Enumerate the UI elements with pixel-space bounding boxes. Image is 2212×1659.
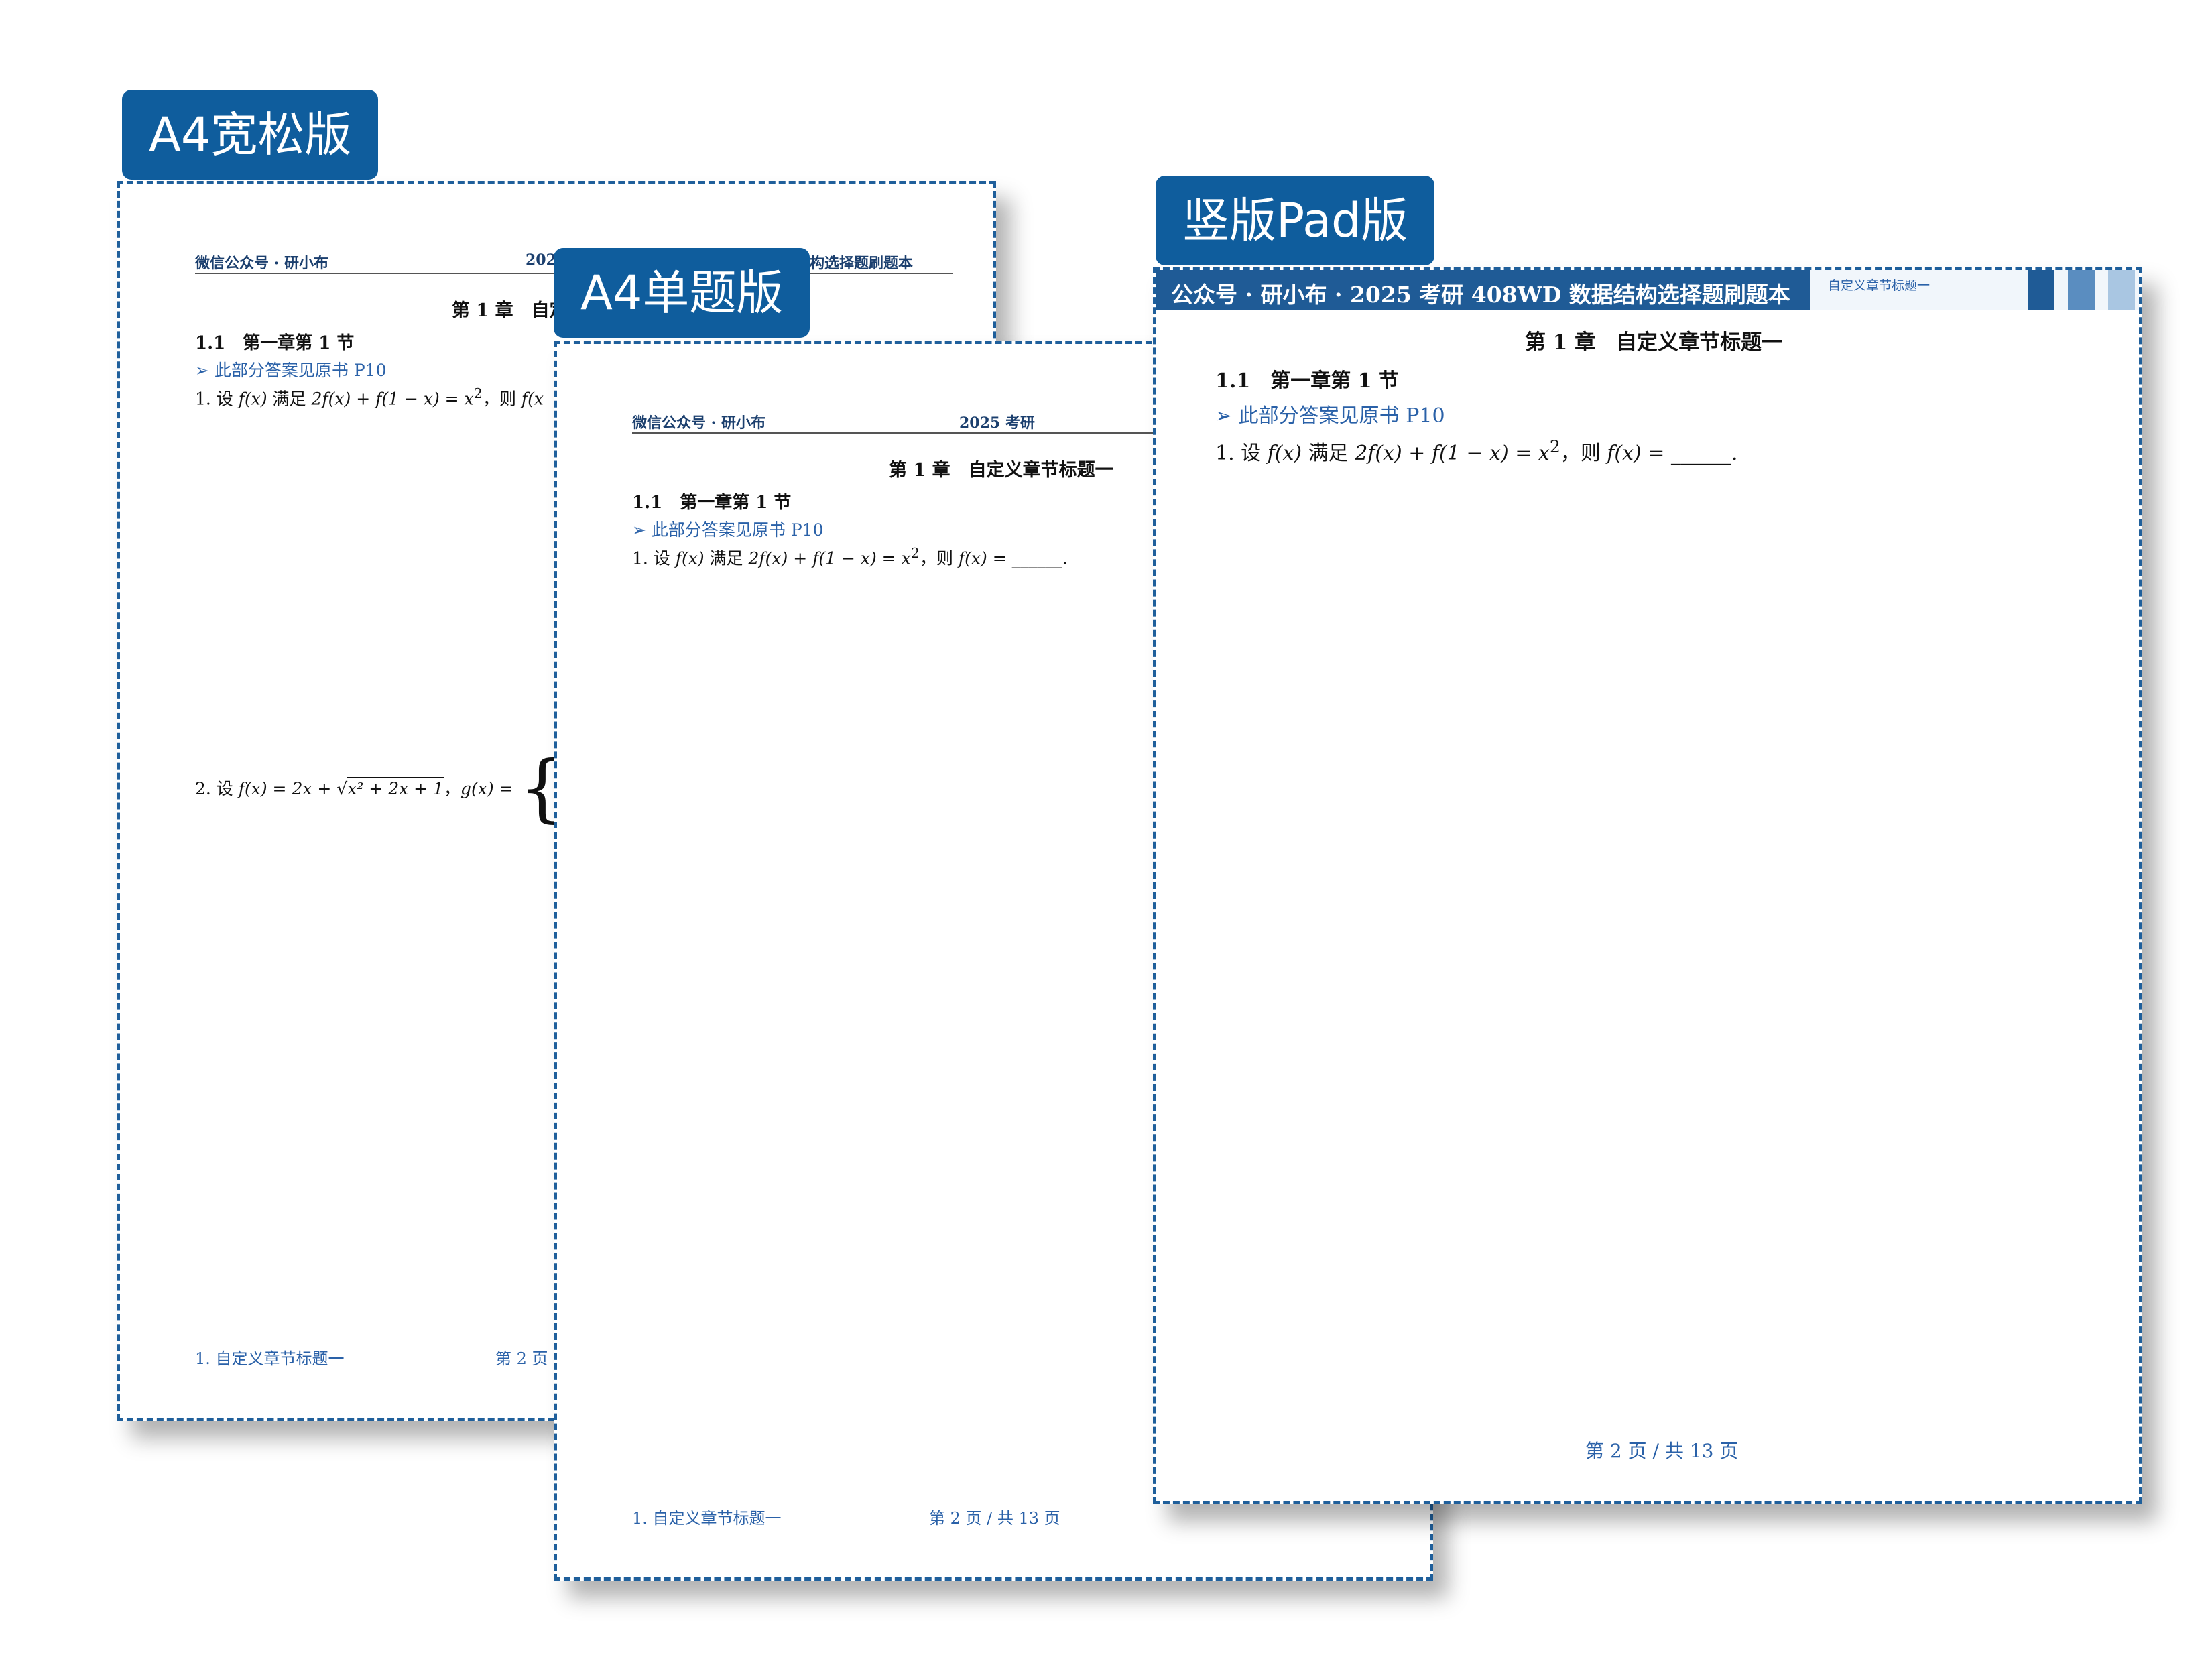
header-left: 微信公众号 · 研小布 bbox=[195, 255, 328, 272]
question-1: 1. 设 f(x) 满足 2f(x) + f(1 − x) = x2，则 f(x… bbox=[632, 545, 1068, 568]
header-left: 微信公众号 · 研小布 bbox=[632, 414, 765, 432]
answer-note: ➢ 此部分答案见原书 P10 bbox=[195, 361, 387, 380]
chapter-title: 第 1 章 自定义章节标题一 bbox=[889, 460, 1113, 481]
chapter-title: 第 1 章 自定 bbox=[452, 300, 568, 321]
answer-note: ➢ 此部分答案见原书 P10 bbox=[1215, 404, 1445, 428]
banner-stripe-2 bbox=[2068, 270, 2095, 310]
banner-stripe-1 bbox=[2028, 270, 2054, 310]
header-banner: 公众号 · 研小布 · 2025 考研 408WD 数据结构选择题刷题本 自定义… bbox=[1156, 270, 2139, 310]
label-a4-single: A4单题版 bbox=[554, 248, 810, 338]
header-mid: 2025 考研 bbox=[959, 414, 1035, 432]
footer-page: 第 2 页 bbox=[495, 1349, 548, 1368]
page-pad: 公众号 · 研小布 · 2025 考研 408WD 数据结构选择题刷题本 自定义… bbox=[1153, 267, 2142, 1504]
banner-chapter: 自定义章节标题一 bbox=[1828, 278, 1930, 293]
footer-left: 1. 自定义章节标题一 bbox=[632, 1509, 782, 1528]
section-title: 1.1 第一章第 1 节 bbox=[1215, 369, 1399, 393]
label-pad: 竖版Pad版 bbox=[1156, 176, 1435, 265]
footer-left: 1. 自定义章节标题一 bbox=[195, 1349, 345, 1368]
footer-page: 第 2 页 / 共 13 页 bbox=[1585, 1440, 1739, 1462]
section-title: 1.1 第一章第 1 节 bbox=[195, 333, 355, 353]
answer-note: ➢ 此部分答案见原书 P10 bbox=[632, 520, 824, 540]
banner-title: 公众号 · 研小布 · 2025 考研 408WD 数据结构选择题刷题本 bbox=[1171, 282, 1790, 308]
question-1: 1. 设 f(x) 满足 2f(x) + f(1 − x) = x2，则 f(x… bbox=[1215, 437, 1738, 465]
section-title: 1.1 第一章第 1 节 bbox=[632, 493, 792, 513]
banner-stripe-3 bbox=[2108, 270, 2135, 310]
question-2: 2. 设 f(x) = 2x + √x² + 2x + 1，g(x) = { x… bbox=[195, 745, 599, 831]
question-1: 1. 设 f(x) 满足 2f(x) + f(1 − x) = x2，则 f(x bbox=[195, 385, 544, 409]
chapter-title: 第 1 章 自定义章节标题一 bbox=[1525, 330, 1783, 355]
label-a4-loose: A4宽松版 bbox=[122, 90, 379, 180]
footer-page: 第 2 页 / 共 13 页 bbox=[929, 1509, 1060, 1528]
